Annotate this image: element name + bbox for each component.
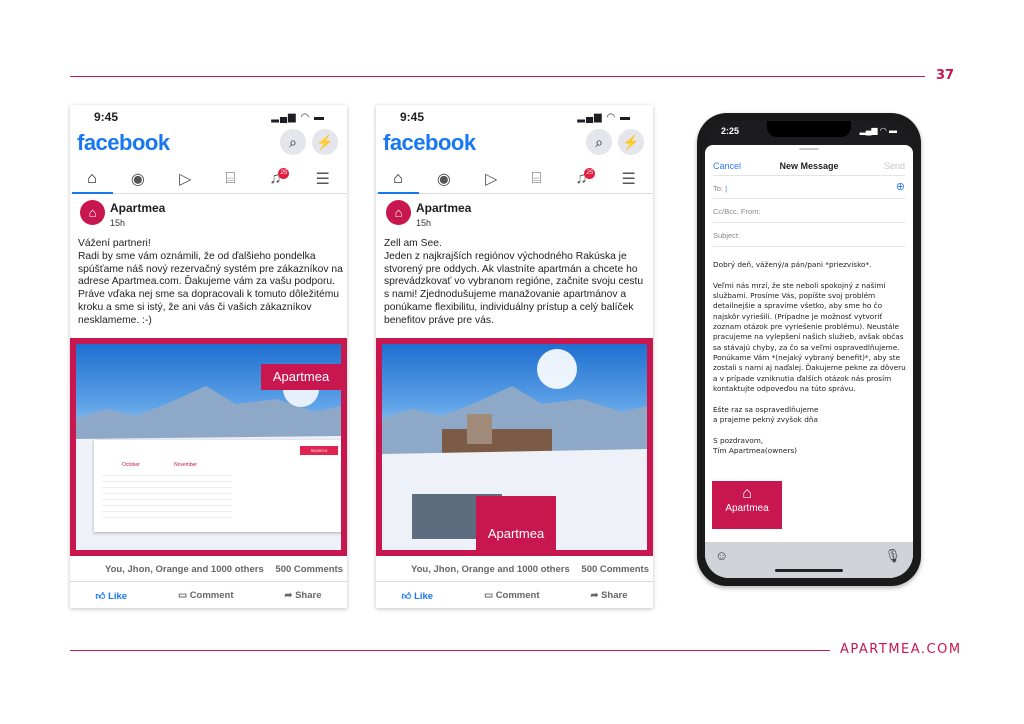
post-author[interactable]: Apartmea	[416, 201, 471, 215]
comment-button[interactable]: ▭ Comment	[178, 590, 233, 601]
like-label: Like	[108, 590, 128, 602]
home-indicator	[775, 569, 843, 572]
microphone-icon[interactable]: 🎙︎	[884, 548, 901, 564]
bottom-rule	[70, 650, 830, 651]
post-actions: 👍︎ Like ▭ Comment ➦ Share	[70, 583, 347, 608]
comment-label: Comment	[189, 590, 234, 601]
comments-count[interactable]: 500 Comments	[275, 564, 343, 575]
post-text: Zell am See. Jeden z najkrajších regióno…	[384, 238, 644, 326]
avatar: ⌂	[386, 200, 411, 225]
comment-button[interactable]: ▭ Comment	[484, 590, 539, 601]
post-text: Vážení partneri! Radi by sme vám oznámil…	[78, 238, 343, 326]
add-recipient-icon[interactable]: ⊕	[896, 180, 905, 193]
share-label: Share	[601, 590, 628, 601]
groups-icon[interactable]: ◉	[437, 169, 451, 189]
video-icon[interactable]: ▷	[179, 169, 191, 189]
to-label: To:	[713, 184, 724, 193]
post-age: 15h	[416, 218, 432, 228]
post-image: Apartmea	[376, 338, 653, 556]
notification-badge: 25	[278, 168, 290, 179]
sheet-grabber[interactable]	[799, 148, 819, 150]
home-icon[interactable]: ⌂	[87, 170, 97, 188]
groups-icon[interactable]: ◉	[131, 169, 145, 189]
share-icon: ➦	[284, 590, 296, 601]
subject-field[interactable]: Subject:	[713, 223, 905, 247]
facebook-post-mockup-1: 9:45 ▂▄▆ ◠ ▬ facebook ⌕ ⚡ ⌂ ◉ ▷ ⌸ ♫ 25 ☰ …	[70, 105, 347, 608]
search-icon[interactable]: ⌕	[280, 129, 306, 155]
comments-count[interactable]: 500 Comments	[581, 564, 649, 575]
nav-bar: ⌂ ◉ ▷ ⌸ ♫ 25 ☰	[70, 165, 347, 194]
like-button[interactable]: 👍︎ Like	[401, 590, 433, 602]
emoji-icon[interactable]: ☺	[715, 548, 728, 563]
comment-icon: ▭	[484, 590, 496, 601]
notification-badge: 25	[584, 168, 596, 179]
status-time: 9:45	[94, 110, 119, 124]
bell-icon[interactable]: ♫ 25	[575, 168, 596, 188]
compose-title: New Message	[779, 161, 839, 171]
calendar-month-2: November	[174, 462, 198, 468]
active-tab-indicator	[72, 192, 113, 194]
marketplace-icon[interactable]: ⌸	[226, 170, 236, 188]
site-url: APARTMEA.COM	[840, 642, 962, 657]
comment-icon: ▭	[178, 590, 190, 601]
email-body[interactable]: Dobrý deň, vážený/a pán/pani *priezvisko…	[713, 260, 909, 457]
post-image: Apartmea October November SEARCH	[70, 338, 347, 556]
phone-screen: 2:25 ▂▄▆ ◠ ▬ Cancel New Message Send To:…	[705, 121, 913, 578]
avatar: ⌂	[80, 200, 105, 225]
search-icon[interactable]: ⌕	[586, 129, 612, 155]
menu-icon[interactable]: ☰	[316, 169, 330, 189]
share-button[interactable]: ➦ Share	[284, 590, 321, 601]
signal-icons: ▂▄▆ ◠ ▬	[859, 126, 897, 135]
search-button[interactable]: SEARCH	[300, 446, 338, 455]
signal-icons: ▂▄▆ ◠ ▬	[271, 112, 325, 123]
facebook-post-mockup-2: 9:45 ▂▄▆ ◠ ▬ facebook ⌕ ⚡ ⌂ ◉ ▷ ⌸ ♫ 25 ☰ …	[376, 105, 653, 608]
compose-sheet: Cancel New Message Send To: | ⊕ Cc/Bcc, F…	[705, 145, 913, 578]
comment-label: Comment	[495, 590, 540, 601]
share-label: Share	[295, 590, 322, 601]
post-actions: 👍︎ Like ▭ Comment ➦ Share	[376, 583, 653, 608]
facebook-logo: facebook	[383, 130, 476, 155]
reactions-summary[interactable]: You, Jhon, Orange and 1000 others	[411, 564, 570, 575]
to-field[interactable]: To: | ⊕	[713, 175, 905, 199]
reactions-summary[interactable]: You, Jhon, Orange and 1000 others	[105, 564, 264, 575]
apartmea-image-badge: Apartmea	[261, 364, 341, 390]
share-button[interactable]: ➦ Share	[590, 590, 627, 601]
status-time: 2:25	[721, 126, 740, 136]
messenger-icon[interactable]: ⚡	[312, 129, 338, 155]
post-age: 15h	[110, 218, 126, 228]
send-button[interactable]: Send	[884, 161, 905, 171]
top-rule	[70, 76, 925, 77]
notch	[767, 121, 851, 137]
post-author[interactable]: Apartmea	[110, 201, 165, 215]
video-icon[interactable]: ▷	[485, 169, 497, 189]
iphone-email-mockup: 2:25 ▂▄▆ ◠ ▬ Cancel New Message Send To:…	[697, 113, 921, 586]
thumbs-up-icon: 👍︎	[401, 590, 415, 602]
messenger-icon[interactable]: ⚡	[618, 129, 644, 155]
booking-calendar-widget: October November SEARCH	[94, 440, 341, 532]
reactions-bar: You, Jhon, Orange and 1000 others 500 Co…	[70, 556, 347, 582]
apartmea-image-badge: Apartmea	[476, 496, 556, 550]
facebook-logo: facebook	[77, 130, 170, 155]
reactions-bar: You, Jhon, Orange and 1000 others 500 Co…	[376, 556, 653, 582]
like-label: Like	[414, 590, 434, 602]
calendar-month-1: October	[122, 462, 140, 468]
keyboard-bar: ☺ 🎙︎	[705, 542, 913, 578]
menu-icon[interactable]: ☰	[622, 169, 636, 189]
thumbs-up-icon: 👍︎	[95, 590, 109, 602]
logo-text: Apartmea	[725, 503, 769, 514]
signal-icons: ▂▄▆ ◠ ▬	[577, 112, 631, 123]
share-icon: ➦	[590, 590, 602, 601]
page-number: 37	[936, 68, 955, 83]
active-tab-indicator	[378, 192, 419, 194]
bell-icon[interactable]: ♫ 25	[269, 168, 290, 188]
cc-field[interactable]: Cc/Bcc, From:	[713, 199, 905, 223]
nav-bar: ⌂ ◉ ▷ ⌸ ♫ 25 ☰	[376, 165, 653, 194]
home-icon[interactable]: ⌂	[393, 170, 403, 188]
apartmea-logo: ⌂ Apartmea	[712, 481, 782, 529]
marketplace-icon[interactable]: ⌸	[532, 170, 542, 188]
status-time: 9:45	[400, 110, 425, 124]
like-button[interactable]: 👍︎ Like	[95, 590, 127, 602]
